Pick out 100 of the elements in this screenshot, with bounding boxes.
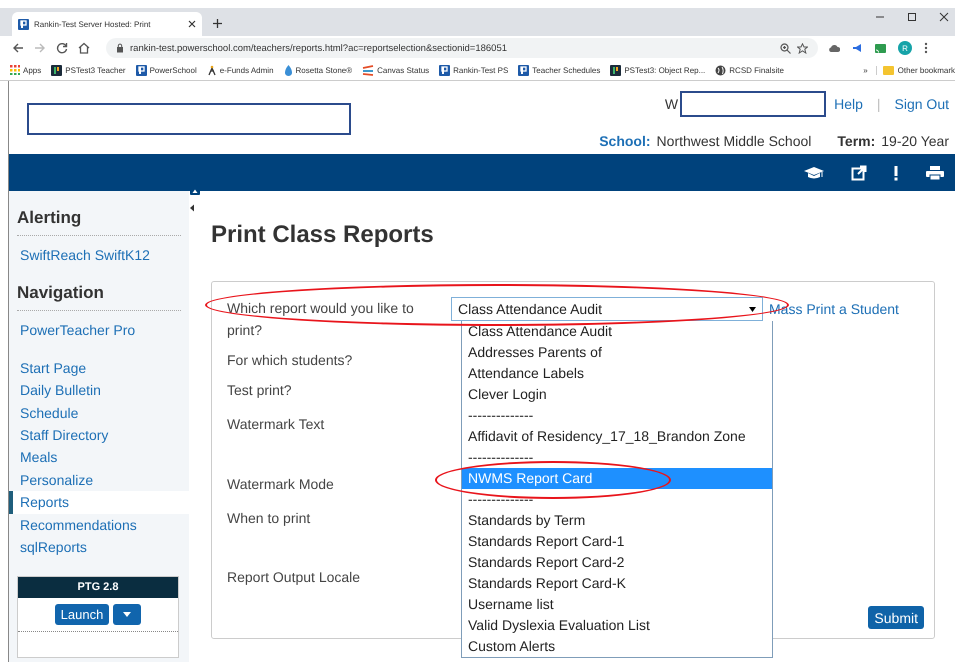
bookmark[interactable]: RCSD Finalsite bbox=[715, 64, 784, 76]
field-label: Watermark Mode bbox=[227, 475, 335, 494]
field-label: Report Output Locale bbox=[227, 568, 362, 587]
school-name: Northwest Middle School bbox=[656, 133, 812, 149]
dropdown-option[interactable]: -------------- bbox=[462, 405, 772, 426]
external-link-icon[interactable] bbox=[851, 164, 867, 180]
header-link[interactable]: Help bbox=[834, 96, 863, 112]
dropdown-option[interactable]: -------------- bbox=[462, 489, 772, 510]
square-logo-icon bbox=[51, 64, 62, 76]
browser-tab[interactable]: Rankin-Test Server Hosted: Print bbox=[12, 12, 202, 36]
field-label: For which students? bbox=[227, 351, 354, 370]
collapse-tab-icon[interactable] bbox=[190, 187, 200, 195]
back-icon[interactable] bbox=[12, 42, 24, 54]
drop-icon bbox=[284, 64, 293, 76]
launch-button[interactable]: Launch bbox=[54, 604, 110, 626]
submit-button[interactable]: Submit bbox=[868, 606, 924, 629]
school-label: School: bbox=[599, 133, 651, 149]
field-label: Watermark Text bbox=[227, 415, 326, 434]
more-bookmarks[interactable]: » bbox=[863, 66, 868, 74]
globe-icon bbox=[715, 64, 726, 76]
lock-icon bbox=[116, 43, 124, 53]
widget-title: PTG 2.8 bbox=[18, 577, 178, 598]
sidebar-link[interactable]: Reports bbox=[9, 491, 189, 514]
sidebar-link[interactable]: Staff Directory bbox=[9, 424, 189, 446]
sidebar-link[interactable]: PowerTeacher Pro bbox=[9, 319, 189, 342]
sidebar-link[interactable]: Schedule bbox=[9, 402, 189, 424]
sidebar-link[interactable]: Daily Bulletin bbox=[9, 379, 189, 402]
header-link[interactable]: Sign Out bbox=[894, 96, 949, 112]
section-heading: Alerting bbox=[17, 208, 181, 236]
more-menu-icon[interactable] bbox=[924, 42, 928, 54]
megaphone-icon[interactable] bbox=[852, 43, 863, 53]
dropdown-option[interactable]: Attendance Labels bbox=[462, 363, 772, 384]
page-title: Print Class Reports bbox=[210, 220, 435, 249]
bookmark[interactable]: PowerSchool bbox=[136, 64, 197, 76]
bookmark[interactable]: PSTest3 Teacher bbox=[51, 64, 126, 76]
bookmark[interactable]: Teacher Schedules bbox=[518, 64, 600, 76]
bookmark[interactable]: Canvas Status bbox=[362, 64, 430, 76]
star-icon[interactable] bbox=[797, 42, 808, 54]
square-logo-icon bbox=[610, 64, 622, 76]
bookmark-folder[interactable]: Other bookmark bbox=[876, 66, 955, 74]
close-icon[interactable] bbox=[188, 20, 196, 28]
exclamation-icon[interactable] bbox=[893, 164, 899, 180]
dropdown-option[interactable]: -------------- bbox=[462, 447, 772, 468]
caret-icon bbox=[123, 612, 132, 618]
dropdown-arrow-icon bbox=[749, 306, 756, 312]
folder-icon bbox=[882, 66, 894, 74]
term-value: 19-20 Year bbox=[881, 133, 949, 149]
square-logo-icon bbox=[518, 64, 530, 76]
collapse-arrow-icon[interactable] bbox=[189, 203, 195, 213]
section-heading: Navigation bbox=[17, 283, 181, 312]
figure-icon bbox=[206, 64, 217, 76]
printer-icon[interactable] bbox=[925, 164, 945, 180]
zoom-icon[interactable] bbox=[780, 42, 791, 54]
dropdown-option[interactable]: Affidavit of Residency_17_18_Brandon Zone bbox=[462, 426, 772, 447]
bookmark[interactable]: PSTest3: Object Rep... bbox=[610, 64, 706, 76]
reload-icon[interactable] bbox=[56, 42, 68, 54]
link-separator: | bbox=[876, 96, 881, 112]
sidebar-link[interactable]: SwiftReach SwiftK12 bbox=[9, 244, 189, 266]
plus-icon[interactable] bbox=[212, 18, 223, 29]
sidebar-link[interactable]: Meals bbox=[9, 446, 189, 469]
select-value: Class Attendance Audit bbox=[458, 301, 602, 317]
dropdown-option[interactable]: Clever Login bbox=[462, 384, 772, 405]
close-icon[interactable] bbox=[939, 12, 949, 22]
dropdown-option[interactable]: Username list bbox=[462, 594, 772, 615]
bookmark[interactable]: Apps bbox=[10, 65, 42, 75]
bookmark[interactable]: Rosetta Stone® bbox=[284, 64, 352, 76]
url-text: rankin-test.powerschool.com/teachers/reports.html?ac=reportselection&sectionid=186051 bbox=[130, 42, 508, 54]
home-icon[interactable] bbox=[78, 42, 90, 54]
square-logo-icon bbox=[439, 64, 450, 76]
graduation-cap-icon[interactable] bbox=[803, 164, 825, 180]
dropdown-option[interactable]: Standards by Term bbox=[462, 510, 772, 531]
square-logo-icon bbox=[18, 18, 29, 30]
sidebar-link[interactable]: Start Page bbox=[9, 356, 189, 380]
user-initial: W bbox=[664, 96, 678, 112]
report-select[interactable]: Class Attendance Audit bbox=[451, 297, 763, 321]
dropdown-option[interactable]: Custom Alerts bbox=[462, 636, 772, 657]
tab-title: Rankin-Test Server Hosted: Print bbox=[34, 20, 152, 28]
dropdown-option[interactable]: Class Attendance Audit bbox=[462, 321, 772, 342]
address-bar[interactable]: rankin-test.powerschool.com/teachers/reports.html?ac=reportselection&sectionid=186051 bbox=[106, 38, 818, 58]
square-logo-icon bbox=[136, 64, 147, 76]
dropdown-button[interactable] bbox=[113, 604, 142, 626]
dropdown-option[interactable]: Addresses Parents of bbox=[462, 342, 772, 363]
cloud-icon[interactable] bbox=[828, 43, 840, 53]
dropdown-option[interactable]: Standards Report Card-2 bbox=[462, 552, 772, 573]
dropdown-option[interactable]: Standards Report Card-1 bbox=[462, 531, 772, 552]
field-label: When to print bbox=[227, 509, 312, 528]
bookmark[interactable]: e-Funds Admin bbox=[206, 64, 274, 76]
apps-grid-icon bbox=[10, 65, 20, 75]
field-label: Which report would you like to print? bbox=[227, 299, 415, 340]
maximize-icon[interactable] bbox=[907, 12, 917, 22]
field-label: Test print? bbox=[227, 381, 293, 400]
sidebar-link[interactable]: Recommendations bbox=[9, 514, 189, 536]
stripes-icon bbox=[362, 64, 374, 76]
sidebar-link[interactable]: Personalize bbox=[9, 468, 189, 492]
bookmark[interactable]: Rankin-Test PS bbox=[439, 64, 508, 76]
dropdown-option[interactable]: Standards Report Card-K bbox=[462, 573, 772, 594]
term-label: Term: bbox=[837, 133, 876, 149]
sidebar-link[interactable]: sqlReports bbox=[9, 536, 189, 558]
cast-icon[interactable] bbox=[875, 44, 886, 52]
dropdown-option[interactable]: Valid Dyslexia Evaluation List bbox=[462, 615, 772, 636]
